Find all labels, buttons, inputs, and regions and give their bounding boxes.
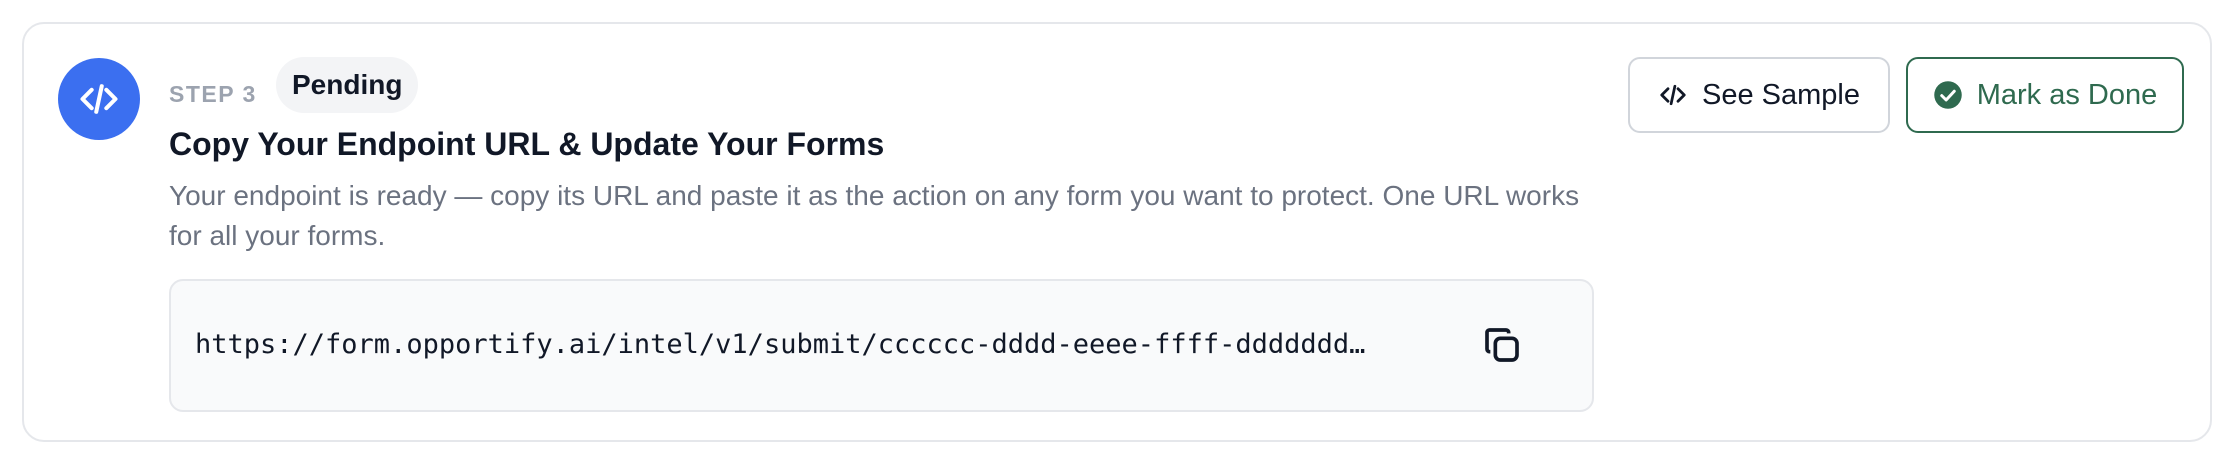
code-icon (1658, 80, 1688, 110)
step-label: STEP 3 (169, 81, 257, 107)
status-badge: Pending (276, 57, 419, 113)
see-sample-button[interactable]: See Sample (1628, 57, 1890, 133)
copy-button[interactable] (1476, 321, 1528, 373)
see-sample-label: See Sample (1702, 78, 1860, 111)
step-description: Your endpoint is ready — copy its URL an… (169, 180, 1580, 251)
mark-as-done-button[interactable]: Mark as Done (1906, 57, 2184, 133)
endpoint-url-box: https://form.opportify.ai/intel/v1/submi… (169, 279, 1594, 412)
check-circle-icon (1933, 80, 1963, 110)
endpoint-url[interactable]: https://form.opportify.ai/intel/v1/submi… (195, 325, 1415, 365)
step-title: Copy Your Endpoint URL & Update Your For… (169, 126, 885, 162)
copy-icon (1482, 325, 1522, 370)
step-card: STEP 3 Pending Copy Your Endpoint URL & … (22, 22, 2212, 442)
code-icon (58, 58, 140, 140)
mark-as-done-label: Mark as Done (1976, 78, 2158, 111)
